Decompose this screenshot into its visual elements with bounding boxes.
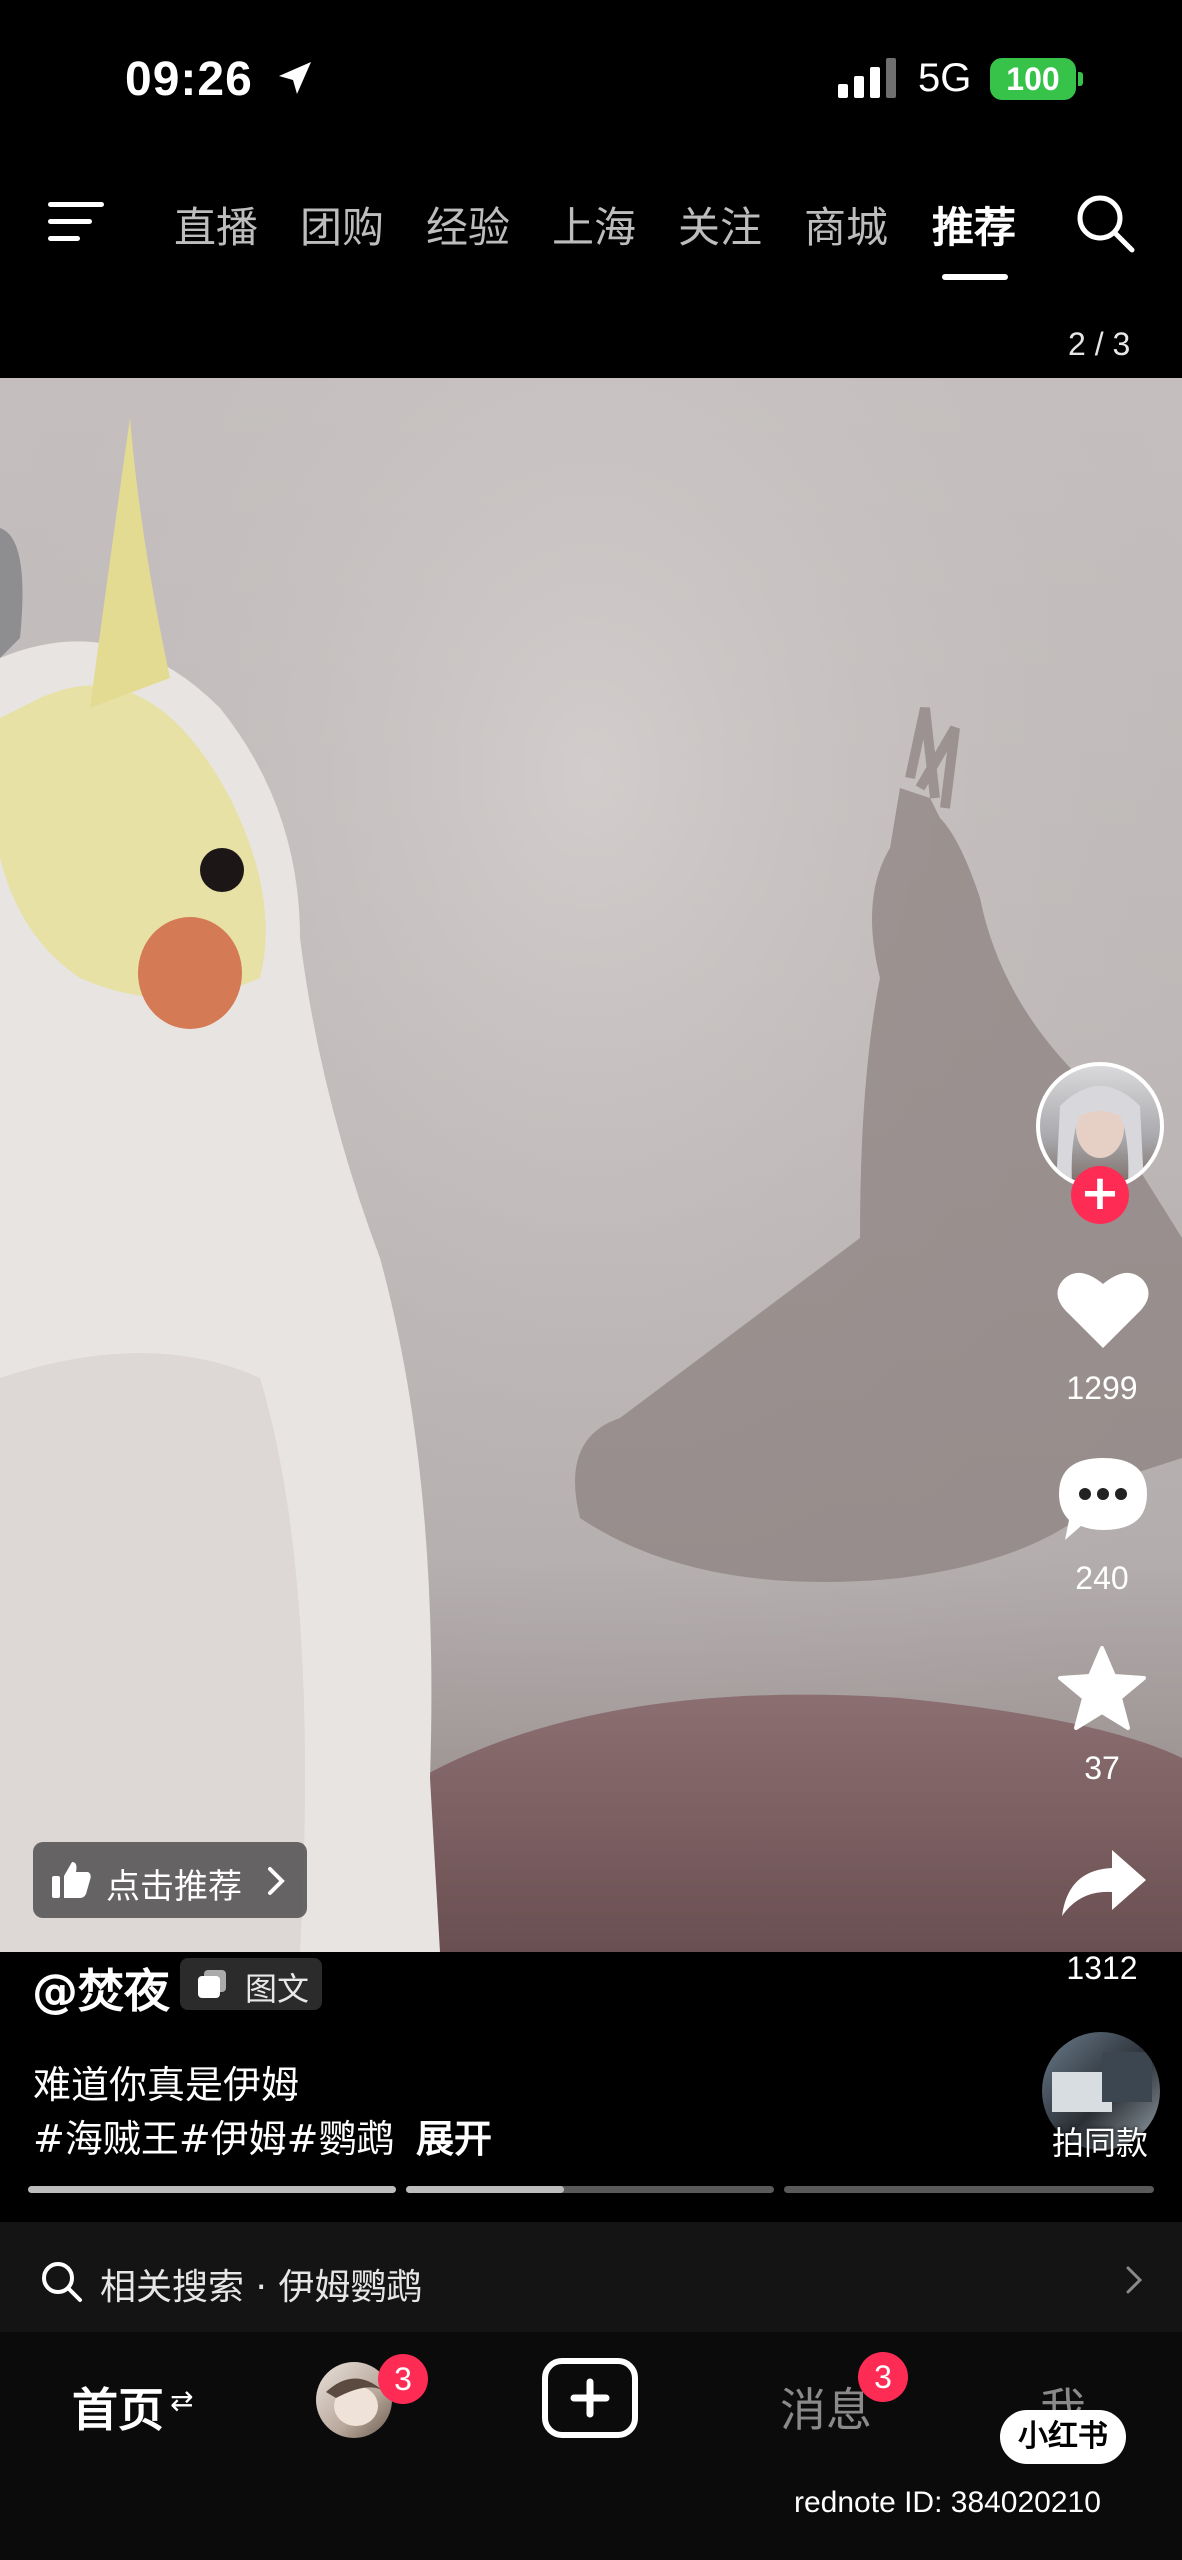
- comment-icon[interactable]: [1057, 1456, 1149, 1542]
- author-name[interactable]: @焚夜: [32, 1955, 170, 2021]
- battery-indicator: 100: [990, 58, 1076, 100]
- tab-shanghai[interactable]: 上海: [552, 194, 636, 255]
- favorite-star-icon[interactable]: [1058, 1646, 1146, 1730]
- messages-badge: 3: [858, 2352, 908, 2402]
- signal-icon: [838, 58, 896, 98]
- search-icon[interactable]: [1074, 192, 1138, 256]
- same-style-label[interactable]: 拍同款: [1052, 2118, 1148, 2164]
- battery-tip: [1078, 72, 1083, 86]
- follow-button[interactable]: +: [1071, 1166, 1129, 1224]
- favorite-count: 37: [1084, 1750, 1120, 1786]
- post-image[interactable]: [0, 378, 1182, 1952]
- cockatiel-photo: [0, 378, 1182, 1952]
- page-indicator: 2 / 3: [1068, 326, 1131, 362]
- thumbs-up-icon: [52, 1862, 91, 1898]
- tab-following[interactable]: 关注: [678, 194, 762, 255]
- post-type-label: 图文: [245, 1970, 310, 2008]
- tab-experience[interactable]: 经验: [426, 194, 510, 255]
- like-count: 1299: [1066, 1370, 1138, 1406]
- network-label: 5G: [918, 56, 972, 100]
- search-icon: [42, 2262, 82, 2302]
- like-heart-icon[interactable]: [1057, 1268, 1149, 1350]
- post-description: 难道你真是伊姆: [33, 2063, 300, 2107]
- tab-mall[interactable]: 商城: [804, 194, 888, 255]
- recommend-label: 点击推荐: [106, 1867, 242, 1907]
- tab-live[interactable]: 直播: [174, 194, 258, 255]
- location-arrow-icon: [279, 62, 311, 94]
- nav-home[interactable]: 首页: [72, 2374, 164, 2440]
- image-progress-segment: [28, 2186, 396, 2193]
- friends-badge: 3: [378, 2354, 428, 2404]
- plus-icon: [570, 2378, 610, 2418]
- rednote-logo: 小红书: [1000, 2410, 1126, 2464]
- post-hashtags[interactable]: #海贼王#伊姆#鹦鹉: [33, 2108, 395, 2163]
- swap-icon: ⇄: [170, 2384, 194, 2417]
- image-post-icon: [198, 1970, 226, 1998]
- chevron-right-icon: [268, 1867, 285, 1895]
- status-time: 09:26: [125, 53, 253, 106]
- tab-group-buy[interactable]: 团购: [300, 194, 384, 255]
- expand-button[interactable]: 展开: [416, 2108, 492, 2163]
- active-tab-underline: [942, 274, 1008, 280]
- image-progress-fill: [28, 2186, 396, 2193]
- tab-recommend[interactable]: 推荐: [932, 194, 1016, 255]
- image-progress-segment: [784, 2186, 1154, 2193]
- chevron-right-icon: [1126, 2266, 1143, 2294]
- share-icon[interactable]: [1060, 1848, 1148, 1918]
- menu-icon[interactable]: [48, 198, 108, 246]
- image-progress-segment: [406, 2186, 774, 2193]
- related-search-label: 相关搜索 · 伊姆鹦鹉: [100, 2267, 423, 2308]
- rednote-id-watermark: rednote ID: 384020210: [794, 2486, 1101, 2519]
- image-progress-fill: [406, 2186, 565, 2193]
- create-post-button[interactable]: [542, 2358, 638, 2438]
- share-count: 1312: [1066, 1950, 1138, 1986]
- comment-count: 240: [1075, 1560, 1129, 1596]
